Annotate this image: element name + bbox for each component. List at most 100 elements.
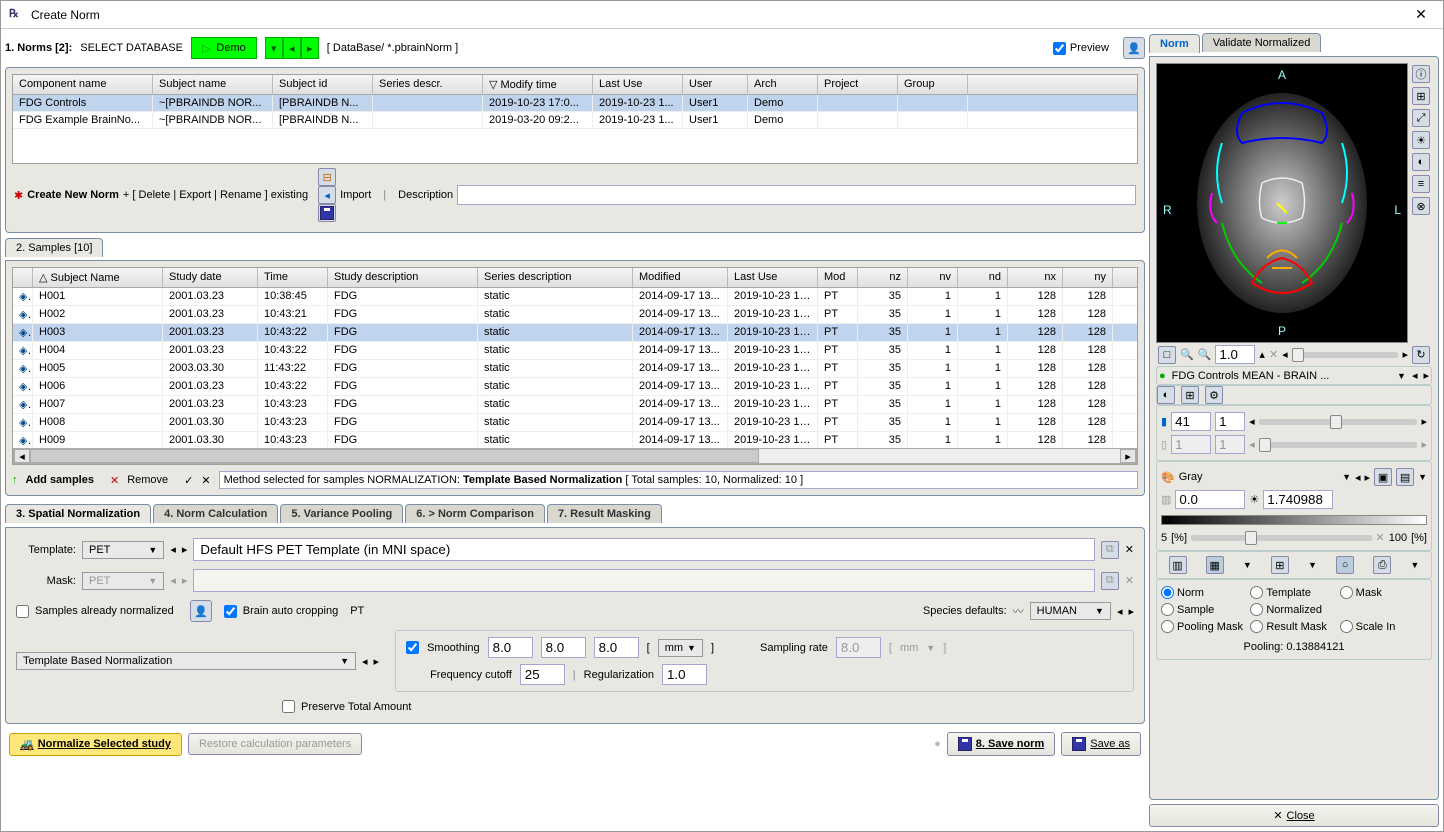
samples-row[interactable]: ◈H0092001.03.3010:43:23FDGstatic2014-09-… [13, 432, 1137, 448]
close-button[interactable]: ✕ Close [1149, 804, 1439, 827]
cm-next-icon[interactable]: ▸ [1365, 471, 1371, 484]
samples-col-header[interactable]: Study description [328, 268, 478, 287]
species-next-icon[interactable]: ▸ [1128, 605, 1134, 618]
smooth-x[interactable] [488, 637, 533, 658]
samples-row[interactable]: ◈H0042001.03.2310:43:22FDGstatic2014-09-… [13, 342, 1137, 360]
grid-icon[interactable]: ⊞ [1181, 386, 1199, 404]
samples-col-header[interactable]: Mod [818, 268, 858, 287]
norms-col-header[interactable]: Project [818, 75, 898, 94]
norms-col-header[interactable]: Subject name [153, 75, 273, 94]
mask-link-icon[interactable]: ⧉ [1101, 572, 1119, 590]
create-norm-button[interactable]: Create New Norm [27, 189, 119, 201]
save-icon[interactable] [318, 204, 336, 222]
tab-comparison[interactable]: 6. > Norm Comparison [405, 504, 545, 523]
eye-icon[interactable]: ◈ [13, 432, 33, 448]
zoom-slider[interactable] [1292, 352, 1399, 358]
samples-col-header[interactable]: nz [858, 268, 908, 287]
method-select[interactable]: Template Based Normalization▼ [16, 652, 356, 670]
gear-icon[interactable]: ⚙ [1205, 386, 1223, 404]
contrast-icon[interactable]: ◐ [1157, 386, 1175, 404]
tab-norm[interactable]: Norm [1149, 34, 1200, 53]
cm-opt2-icon[interactable]: ▤ [1396, 468, 1414, 486]
radio-normalized[interactable] [1250, 603, 1263, 616]
remove-button[interactable]: Remove [127, 474, 168, 486]
restore-button[interactable]: Restore calculation parameters [188, 733, 362, 755]
eye-icon[interactable]: ◈ [13, 306, 33, 323]
template-path-input[interactable] [193, 538, 1094, 561]
species-select[interactable]: HUMAN▼ [1030, 602, 1111, 620]
colormap-dropdown-icon[interactable]: ▼ [1342, 472, 1351, 482]
samples-row[interactable]: ◈H0072001.03.2310:43:23FDGstatic2014-09-… [13, 396, 1137, 414]
norms-col-header[interactable]: ▽ Modify time [483, 75, 593, 94]
view-icon-5[interactable]: ⎙ [1373, 556, 1391, 574]
eye-icon[interactable]: ◈ [13, 396, 33, 413]
frame-slider[interactable] [1259, 419, 1418, 425]
norms-row[interactable]: FDG Controls~[PBRAINDB NOR...[PBRAINDB N… [13, 95, 1137, 112]
tool-icon-3[interactable]: ☀ [1412, 131, 1430, 149]
zoom-out-icon[interactable]: 🔍 [1198, 348, 1212, 361]
samples-col-header[interactable]: nd [958, 268, 1008, 287]
frame-next-icon[interactable]: ▸ [1421, 415, 1427, 428]
zoom-input[interactable] [1215, 345, 1255, 364]
normalize-button[interactable]: 🚜 Normalize Selected study [9, 733, 182, 756]
check-icon[interactable]: ✓ [184, 474, 193, 487]
norms-col-header[interactable]: Series descr. [373, 75, 483, 94]
samples-row[interactable]: ◈H0082001.03.3010:43:23FDGstatic2014-09-… [13, 414, 1137, 432]
radio-scale[interactable] [1340, 620, 1353, 633]
db-next-icon[interactable]: ▸ [301, 37, 319, 59]
cm-prev-icon[interactable]: ◂ [1355, 471, 1361, 484]
cm-opt1-icon[interactable]: ▣ [1374, 468, 1392, 486]
smooth-unit[interactable]: mm ▼ [658, 639, 703, 657]
import-button[interactable]: Import [340, 189, 371, 201]
view-icon-4[interactable]: ○ [1336, 556, 1354, 574]
template-type-select[interactable]: PET▼ [82, 541, 164, 559]
tool-icon-4[interactable]: ◐ [1412, 153, 1430, 171]
method-next-icon[interactable]: ▸ [374, 655, 380, 668]
norms-col-header[interactable]: Arch [748, 75, 818, 94]
zoom-next-icon[interactable]: ▸ [1402, 348, 1408, 361]
database-button[interactable]: ▷ Demo [191, 37, 257, 59]
radio-pooling[interactable] [1161, 620, 1174, 633]
scroll-left-icon[interactable]: ◂ [14, 449, 30, 463]
samples-row[interactable]: ◈H0052003.03.3011:43:22FDGstatic2014-09-… [13, 360, 1137, 378]
samples-tab[interactable]: 2. Samples [10] [5, 238, 103, 257]
mask-path-input[interactable] [193, 569, 1094, 592]
samples-row[interactable]: ◈H0012001.03.2310:38:45FDGstatic2014-09-… [13, 288, 1137, 306]
samples-normalized-checkbox[interactable] [16, 605, 29, 618]
samples-col-header[interactable]: Last Use [728, 268, 818, 287]
window-slider[interactable] [1191, 535, 1371, 541]
samples-col-header[interactable]: nx [1008, 268, 1063, 287]
tool-icon-6[interactable]: ⊗ [1412, 197, 1430, 215]
tab-validate[interactable]: Validate Normalized [1202, 33, 1322, 52]
thr-hi-input[interactable] [1263, 490, 1333, 509]
refresh-icon[interactable]: ↻ [1412, 346, 1430, 364]
norms-col-header[interactable]: Subject id [273, 75, 373, 94]
frame-a-input[interactable] [1171, 412, 1211, 431]
series-next-icon[interactable]: ▸ [1423, 369, 1429, 382]
template-next-icon[interactable]: ▸ [182, 543, 188, 556]
samples-col-header[interactable] [13, 268, 33, 287]
save-norm-button[interactable]: 8. Save norm [947, 732, 1055, 756]
scroll-right-icon[interactable]: ▸ [1120, 449, 1136, 463]
freq-input[interactable] [520, 664, 565, 685]
eye-icon[interactable]: ◈ [13, 288, 33, 305]
db-icon-2[interactable]: ◂ [318, 186, 336, 204]
eye-icon[interactable]: ◈ [13, 378, 33, 395]
template-clear-icon[interactable]: ✕ [1125, 543, 1134, 556]
norms-col-header[interactable]: User [683, 75, 748, 94]
preview-checkbox[interactable] [1053, 42, 1066, 55]
tab-masking[interactable]: 7. Result Masking [547, 504, 662, 523]
person-button[interactable]: 👤 [1123, 37, 1145, 59]
smooth-y[interactable] [541, 637, 586, 658]
frame-prev-icon[interactable]: ◂ [1249, 415, 1255, 428]
eye-icon[interactable]: ◈ [13, 414, 33, 431]
tool-icon-1[interactable]: ⊞ [1412, 87, 1430, 105]
db-dropdown-icon[interactable]: ▾ [265, 37, 283, 59]
samples-col-header[interactable]: Series description [478, 268, 633, 287]
samples-row[interactable]: ◈H0022001.03.2310:43:21FDGstatic2014-09-… [13, 306, 1137, 324]
preserve-checkbox[interactable] [282, 700, 295, 713]
clear-icon[interactable]: ✕ [201, 474, 210, 487]
brain-crop-checkbox[interactable] [224, 605, 237, 618]
tab-calc[interactable]: 4. Norm Calculation [153, 504, 278, 523]
close-icon[interactable]: ✕ [1407, 5, 1435, 25]
